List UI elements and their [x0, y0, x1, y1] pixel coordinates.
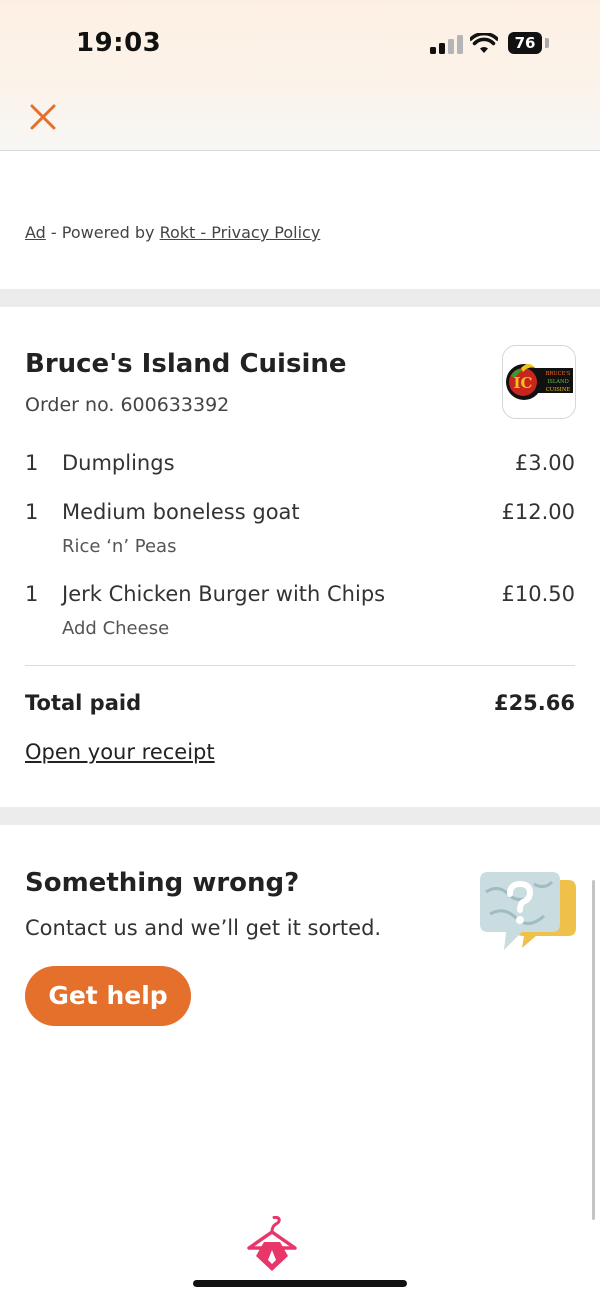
restaurant-logo: IC BRUCE'S ISLAND CUISINE — [502, 345, 576, 419]
help-title: Something wrong? — [25, 868, 300, 898]
restaurant-name: Bruce's Island Cuisine — [25, 349, 347, 379]
item-modifier: Add Cheese — [62, 618, 170, 639]
section-divider — [0, 807, 600, 825]
ad-link[interactable]: Ad — [25, 223, 46, 242]
scrollbar[interactable] — [592, 880, 595, 1220]
header-bar: 19:03 76 — [0, 0, 600, 151]
order-number: Order no. 600633392 — [25, 394, 230, 416]
total-divider — [25, 665, 575, 666]
logo-line-2: ISLAND — [547, 379, 569, 385]
privacy-policy-link[interactable]: Rokt - Privacy Policy — [160, 223, 321, 242]
question-bubble-icon — [480, 872, 576, 950]
item-name: Dumplings — [62, 451, 175, 475]
item-name: Jerk Chicken Burger with Chips — [62, 582, 386, 606]
item-quantity: 1 — [25, 500, 39, 524]
ad-powered-by-text: - Powered by — [45, 223, 160, 242]
restaurant-logo-graphic: IC BRUCE'S ISLAND CUISINE — [506, 364, 573, 400]
item-modifier: Rice ‘n’ Peas — [62, 536, 177, 557]
item-price: £10.50 — [501, 582, 575, 606]
item-quantity: 1 — [25, 451, 39, 475]
order-item: 1 Medium boneless goat £12.00 Rice ‘n’ P… — [25, 500, 575, 564]
cellular-signal-icon — [430, 34, 463, 54]
close-icon[interactable] — [26, 100, 60, 134]
section-divider — [0, 289, 600, 307]
ad-disclosure: Ad - Powered by Rokt - Privacy Policy — [25, 223, 320, 242]
logo-line-3: CUISINE — [546, 387, 571, 393]
item-price: £12.00 — [501, 500, 575, 524]
item-price: £3.00 — [514, 451, 575, 475]
logo-line-1: BRUCE'S — [546, 371, 571, 377]
order-item: 1 Dumplings £3.00 — [25, 451, 575, 481]
logo-initials: IC — [514, 374, 533, 392]
total-paid-label: Total paid — [25, 691, 142, 715]
status-time: 19:03 — [76, 28, 162, 58]
item-quantity: 1 — [25, 582, 39, 606]
total-paid-value: £25.66 — [493, 691, 575, 715]
order-item: 1 Jerk Chicken Burger with Chips £10.50 … — [25, 582, 575, 646]
deliveroo-hanger-logo-icon — [247, 1216, 297, 1271]
battery-indicator: 76 — [508, 32, 542, 54]
help-subtitle: Contact us and we’ll get it sorted. — [25, 916, 382, 940]
get-help-button[interactable]: Get help — [25, 966, 191, 1026]
open-receipt-link[interactable]: Open your receipt — [25, 740, 215, 764]
wifi-icon — [470, 33, 498, 53]
item-name: Medium boneless goat — [62, 500, 300, 524]
home-indicator[interactable] — [193, 1280, 407, 1287]
battery-cap — [545, 38, 549, 48]
